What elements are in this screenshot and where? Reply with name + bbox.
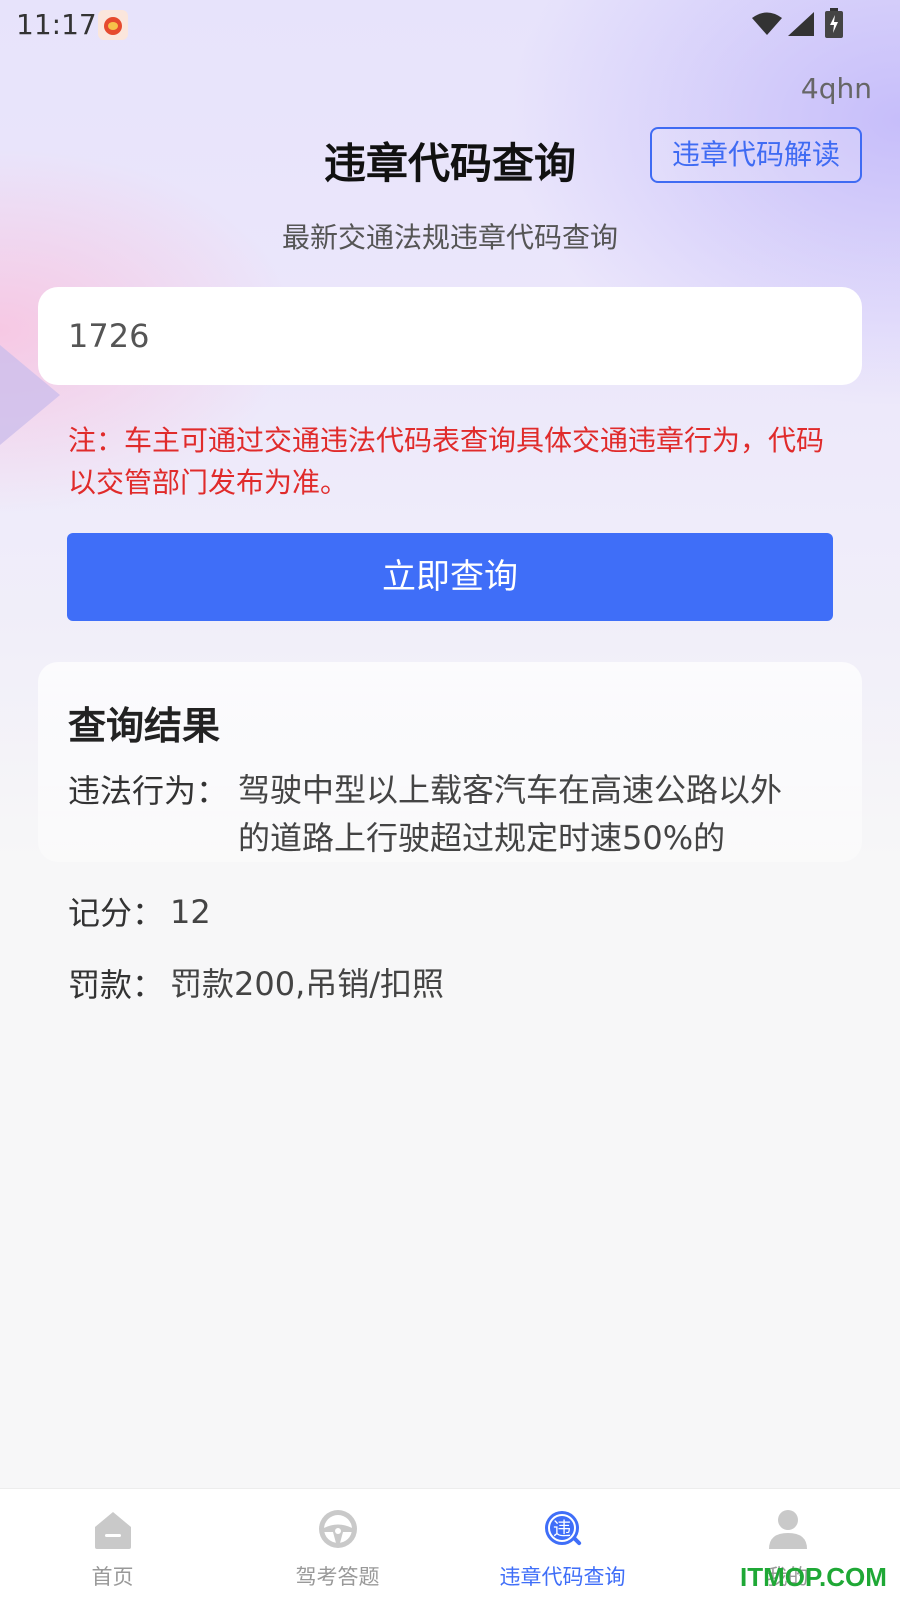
app-notification-icon bbox=[98, 10, 128, 40]
violation-value-line1: 驾驶中型以上载客汽车在高速公路以外 bbox=[238, 771, 783, 809]
status-bar: 11:17 bbox=[0, 0, 900, 48]
steering-wheel-icon bbox=[319, 1510, 357, 1548]
tab-violation-query[interactable]: 违 违章代码查询 bbox=[450, 1489, 675, 1600]
tab-violation-query-label: 违章代码查询 bbox=[499, 1565, 626, 1589]
page-subtitle: 最新交通法规违章代码查询 bbox=[281, 221, 618, 254]
violation-label: 违法行为： bbox=[68, 772, 229, 810]
wifi-icon bbox=[752, 12, 782, 35]
svg-text:违: 违 bbox=[553, 1519, 571, 1540]
violation-code-input[interactable] bbox=[38, 287, 862, 385]
notice-text: 注：车主可通过交通违法代码表查询具体交通违章行为，代码以交管部门发布为准。 bbox=[68, 424, 825, 499]
fine-value: 罚款200,吊销/扣照 bbox=[170, 965, 445, 1003]
tab-home-label: 首页 bbox=[91, 1565, 134, 1589]
user-code: 4qhn bbox=[800, 72, 872, 105]
watermark-logo: ITMOP.COM bbox=[740, 1562, 887, 1592]
result-title: 查询结果 bbox=[68, 704, 221, 748]
battery-icon bbox=[825, 8, 843, 38]
signal-icon bbox=[788, 12, 814, 36]
home-icon bbox=[95, 1512, 131, 1549]
points-label: 记分： bbox=[68, 894, 165, 932]
tab-driving-exam-label: 驾考答题 bbox=[295, 1565, 380, 1589]
tab-driving-exam[interactable]: 驾考答题 bbox=[225, 1489, 450, 1600]
user-icon bbox=[769, 1510, 807, 1549]
violation-value-line2: 的道路上行驶超过规定时速50%的 bbox=[238, 819, 726, 857]
violation-search-icon: 违 bbox=[545, 1511, 582, 1546]
tab-home[interactable]: 首页 bbox=[0, 1489, 225, 1600]
status-time: 11:17 bbox=[16, 8, 97, 41]
points-value: 12 bbox=[170, 893, 211, 931]
violation-code-explain-button[interactable]: 违章代码解读 bbox=[650, 127, 862, 183]
query-now-button[interactable]: 立即查询 bbox=[67, 533, 833, 621]
fine-label: 罚款： bbox=[68, 966, 165, 1004]
